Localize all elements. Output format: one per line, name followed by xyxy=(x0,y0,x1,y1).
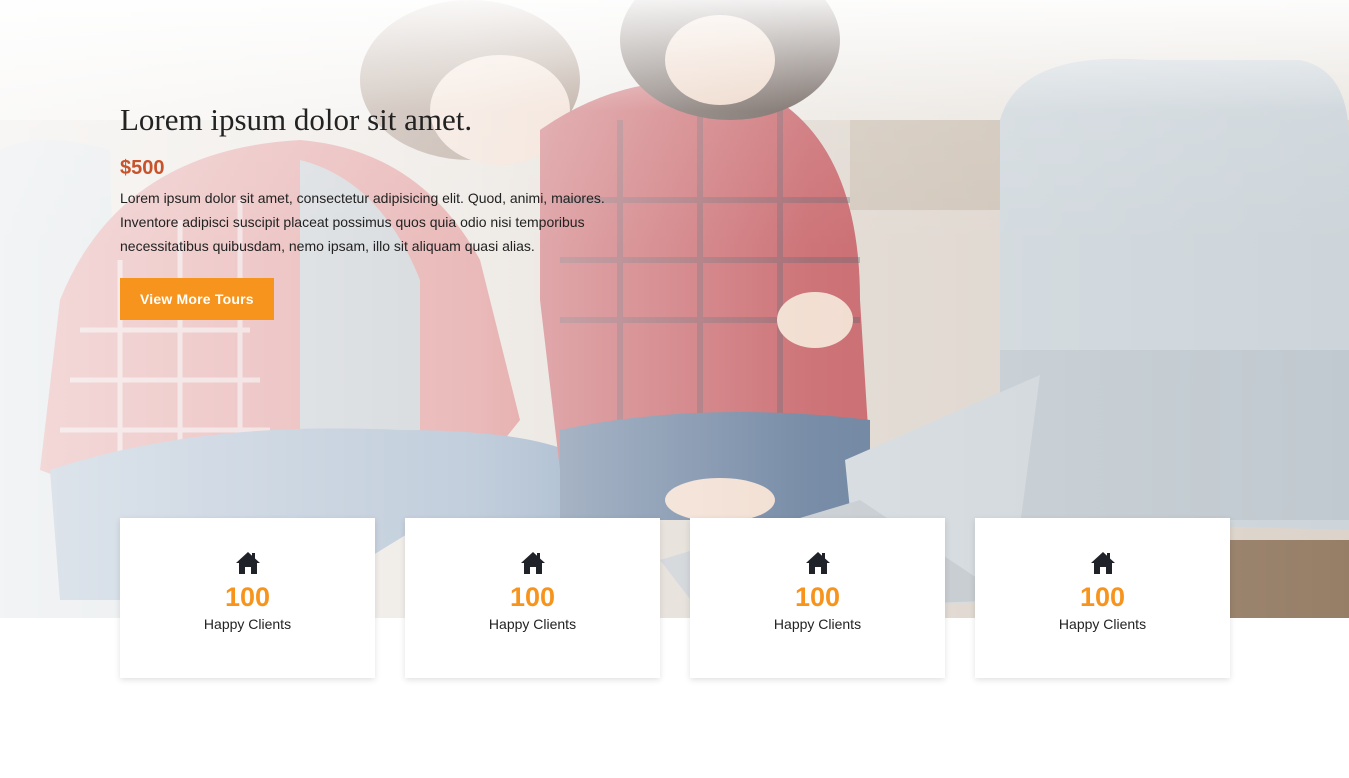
home-icon xyxy=(805,552,830,574)
stat-value: 100 xyxy=(224,582,271,612)
stat-label: Happy Clients xyxy=(203,616,292,632)
stat-label: Happy Clients xyxy=(1058,616,1147,632)
stat-value: 100 xyxy=(509,582,556,612)
stat-label: Happy Clients xyxy=(773,616,862,632)
home-icon xyxy=(520,552,545,574)
page: Lorem ipsum dolor sit amet. $500 Lorem i… xyxy=(0,0,1349,778)
stat-card: 100 Happy Clients xyxy=(120,518,375,678)
home-icon xyxy=(1090,552,1115,574)
stat-card: 100 Happy Clients xyxy=(405,518,660,678)
stat-value: 100 xyxy=(1079,582,1126,612)
stats-row: 100 Happy Clients 100 Happy Clients 100 … xyxy=(120,518,1230,678)
stat-card: 100 Happy Clients xyxy=(975,518,1230,678)
hero-description: Lorem ipsum dolor sit amet, consectetur … xyxy=(120,190,605,254)
tour-price: $500 xyxy=(120,157,165,179)
hero-content: Lorem ipsum dolor sit amet. $500 Lorem i… xyxy=(120,100,640,320)
stat-value: 100 xyxy=(794,582,841,612)
stat-label: Happy Clients xyxy=(488,616,577,632)
hero-title: Lorem ipsum dolor sit amet. xyxy=(120,102,473,137)
stat-card: 100 Happy Clients xyxy=(690,518,945,678)
view-more-tours-button[interactable]: View More Tours xyxy=(120,278,274,320)
home-icon xyxy=(235,552,260,574)
